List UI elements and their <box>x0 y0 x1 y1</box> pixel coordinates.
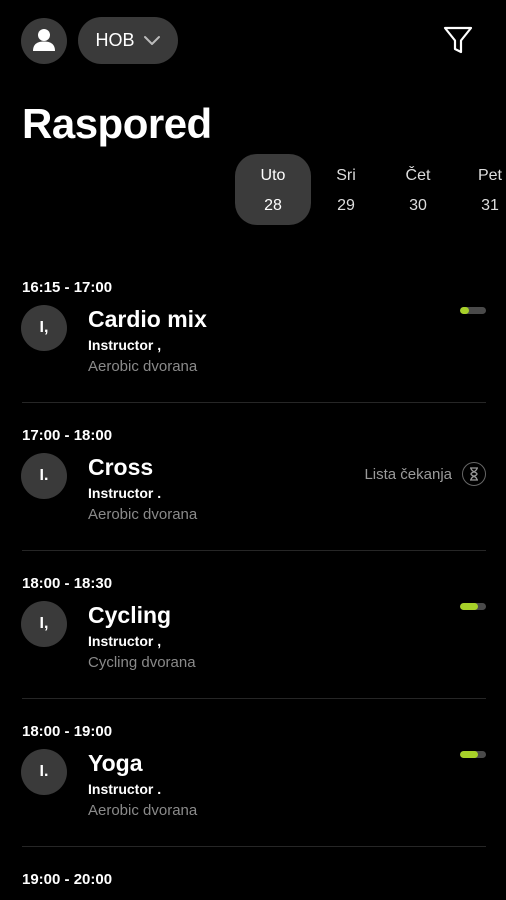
session-instructor: Instructor . <box>88 781 162 797</box>
session-hall: Aerobic dvorana <box>88 802 198 819</box>
session-instructor: Instructor , <box>88 633 162 649</box>
instructor-avatar: I, <box>21 601 67 647</box>
session-time: 16:15 - 17:00 <box>22 279 113 296</box>
session-hall: Aerobic dvorana <box>88 506 198 523</box>
session-item[interactable]: 19:00 - 20:00 <box>0 847 506 900</box>
day-number: 28 <box>264 197 282 214</box>
day-tab-sri[interactable]: Sri 29 <box>308 154 384 225</box>
waitlist-button[interactable]: Lista čekanja <box>364 462 486 486</box>
day-number: 31 <box>481 197 499 214</box>
session-item[interactable]: 18:00 - 19:00 I. Yoga Instructor . Aerob… <box>0 699 506 847</box>
session-name: Cross <box>88 454 154 480</box>
page-title: Raspored <box>22 100 212 147</box>
session-time: 18:00 - 18:30 <box>22 575 113 592</box>
session-time: 18:00 - 19:00 <box>22 723 113 740</box>
session-name: Yoga <box>88 750 143 776</box>
day-tab-pet[interactable]: Pet 31 <box>452 154 506 225</box>
instructor-avatar: I. <box>21 453 67 499</box>
session-name: Cycling <box>88 602 172 628</box>
filter-button[interactable] <box>440 22 476 58</box>
day-tab-uto[interactable]: Uto 28 <box>235 154 311 225</box>
waitlist-label: Lista čekanja <box>364 465 452 483</box>
session-hall: Aerobic dvorana <box>88 358 198 375</box>
session-item[interactable]: 17:00 - 18:00 I. Cross Instructor . Aero… <box>0 403 506 551</box>
day-name: Pet <box>477 167 502 184</box>
day-number: 29 <box>337 197 355 214</box>
session-time: 19:00 - 20:00 <box>22 871 113 888</box>
person-icon <box>33 29 55 51</box>
gym-selector-label: HOB <box>95 30 135 50</box>
day-name: Uto <box>260 167 286 184</box>
capacity-fill <box>460 751 479 758</box>
session-hall: Cycling dvorana <box>88 654 196 671</box>
capacity-fill <box>460 307 470 314</box>
chevron-down-icon <box>143 35 160 45</box>
session-item[interactable]: 16:15 - 17:00 I, Cardio mix Instructor ,… <box>0 255 506 403</box>
day-name: Čet <box>405 167 431 184</box>
instructor-avatar: I, <box>21 305 67 351</box>
hourglass-icon <box>462 462 486 486</box>
day-selector: Uto 28 Sri 29 Čet 30 Pet 31 <box>0 152 506 227</box>
capacity-indicator <box>460 307 486 314</box>
session-time: 17:00 - 18:00 <box>22 427 113 444</box>
profile-button[interactable] <box>21 18 67 64</box>
day-tab-cet[interactable]: Čet 30 <box>380 154 456 225</box>
day-name: Sri <box>336 167 356 184</box>
filter-icon <box>443 26 473 54</box>
capacity-indicator <box>460 603 486 610</box>
gym-selector[interactable]: HOB <box>78 17 178 64</box>
session-instructor: Instructor . <box>88 485 162 501</box>
session-item[interactable]: 18:00 - 18:30 I, Cycling Instructor , Cy… <box>0 551 506 699</box>
capacity-indicator <box>460 751 486 758</box>
instructor-avatar: I. <box>21 749 67 795</box>
day-number: 30 <box>409 197 427 214</box>
capacity-fill <box>460 603 479 610</box>
session-instructor: Instructor , <box>88 337 162 353</box>
top-bar: HOB <box>0 0 506 80</box>
session-name: Cardio mix <box>88 306 207 332</box>
